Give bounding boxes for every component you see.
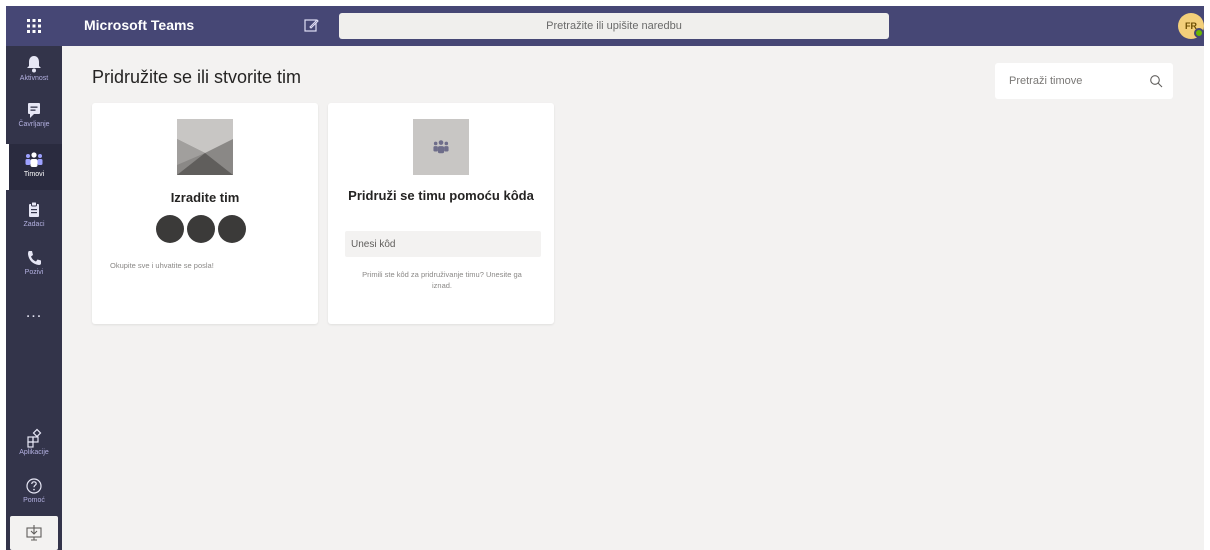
join-team-description: Primili ste kôd za pridruživanje timu? U… bbox=[362, 270, 522, 290]
rail-label-help: Pomoć bbox=[23, 497, 45, 504]
download-app-button[interactable] bbox=[10, 516, 58, 550]
create-team-description: Okupite sve i uhvatite se posla! bbox=[110, 261, 214, 270]
apps-icon bbox=[27, 428, 42, 448]
member-avatar bbox=[187, 215, 215, 243]
rail-label-activity: Aktivnost bbox=[19, 75, 49, 82]
app-bar: Aktivnost Čavrljanje Timovi Zadaci Poziv… bbox=[6, 46, 62, 550]
assignments-icon bbox=[29, 201, 39, 217]
rail-item-help[interactable]: Pomoć bbox=[6, 470, 62, 516]
create-team-title: Izradite tim bbox=[170, 190, 240, 205]
create-team-card[interactable]: Izradite tim Okupite sve i uhvatite se p… bbox=[92, 103, 318, 324]
rail-item-apps[interactable]: Aplikacije bbox=[6, 422, 62, 468]
command-placeholder: Pretražite ili upišite naredbu bbox=[546, 20, 682, 32]
join-team-card: Pridruži se timu pomoću kôda Primili ste… bbox=[328, 103, 554, 324]
rail-item-chat[interactable]: Čavrljanje bbox=[6, 94, 62, 140]
bell-icon bbox=[27, 56, 41, 73]
team-search-input[interactable] bbox=[995, 63, 1145, 99]
rail-label-calls: Pozivi bbox=[24, 269, 44, 276]
presence-indicator bbox=[1194, 28, 1204, 38]
chat-icon bbox=[28, 103, 40, 118]
team-code-input[interactable] bbox=[345, 231, 541, 257]
join-team-title: Pridruži se timu pomoću kôda bbox=[348, 188, 534, 203]
rail-item-assignments[interactable]: Zadaci bbox=[6, 194, 62, 240]
rail-label-chat: Čavrljanje bbox=[18, 121, 50, 128]
waffle-icon bbox=[27, 19, 41, 33]
rail-item-teams[interactable]: Timovi bbox=[6, 144, 62, 190]
join-team-image bbox=[413, 119, 469, 175]
member-avatar bbox=[156, 215, 184, 243]
compose-icon bbox=[304, 19, 319, 32]
teams-icon bbox=[433, 140, 449, 154]
rail-label-teams: Timovi bbox=[23, 171, 45, 178]
more-apps-button[interactable]: ... bbox=[6, 304, 62, 328]
teams-icon bbox=[25, 152, 43, 167]
create-team-image bbox=[177, 119, 233, 175]
title-bar: Microsoft Teams Pretražite ili upišite n… bbox=[6, 6, 1204, 46]
member-avatars bbox=[156, 215, 246, 243]
member-avatar bbox=[218, 215, 246, 243]
app-title: Microsoft Teams bbox=[84, 17, 195, 33]
search-icon[interactable] bbox=[1149, 74, 1163, 88]
app-launcher-button[interactable] bbox=[6, 6, 62, 46]
teams-window: Microsoft Teams Pretražite ili upišite n… bbox=[6, 6, 1204, 550]
new-chat-button[interactable] bbox=[303, 17, 321, 35]
rail-item-activity[interactable]: Aktivnost bbox=[6, 48, 62, 94]
rail-label-assignments: Zadaci bbox=[23, 221, 45, 228]
download-app-icon bbox=[26, 525, 42, 541]
help-icon bbox=[26, 478, 42, 494]
rail-item-calls[interactable]: Pozivi bbox=[6, 242, 62, 288]
command-search-box[interactable]: Pretražite ili upišite naredbu bbox=[339, 13, 889, 39]
team-search-box bbox=[995, 63, 1173, 99]
page-title: Pridružite se ili stvorite tim bbox=[92, 67, 302, 87]
rail-label-apps: Aplikacije bbox=[19, 449, 49, 456]
phone-icon bbox=[28, 251, 41, 265]
